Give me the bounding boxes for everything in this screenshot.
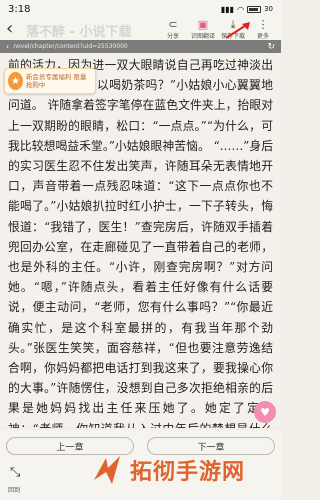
battery-icon <box>247 5 262 13</box>
more-label: 更多 <box>256 32 269 40</box>
back-arrow-icon[interactable]: ‹ <box>6 20 26 38</box>
share-label: 分享 <box>166 32 179 40</box>
promo-text: 新会员专属福利 限量抢购中 <box>25 73 87 89</box>
refresh-icon[interactable]: ↻ <box>267 42 275 52</box>
chapter-text: 前的活力，因为进一双大眼睛说自己再吃过神淡出马 许医生，我可以喝奶茶吗？”小姑娘… <box>8 58 273 428</box>
promo-badge[interactable]: ★ 新会员专属福利 限量抢购中 <box>4 68 96 94</box>
signal-icon: ▮▮▮ <box>220 4 235 14</box>
wifi-icon: ◠ <box>237 4 245 14</box>
next-chapter-button[interactable]: 下一章 <box>147 437 275 455</box>
watermark-logo-icon <box>94 456 120 484</box>
browser-toolbar: ‹ 落不醉 - 小说下载 ⊂ 分享 ▣ 识图翻译 ⤓ 保存下载 ⋮ 更多 <box>0 18 281 40</box>
chapter-reader[interactable]: 前的活力，因为进一双大眼睛说自己再吃过神淡出马 许医生，我可以喝奶茶吗？”小姑娘… <box>0 53 281 428</box>
home-label[interactable]: 回到 <box>8 485 20 494</box>
watermark-text: 拓彻手游网 <box>130 460 246 485</box>
status-icons: ▮▮▮ ◠ 30 <box>221 5 273 14</box>
share-icon: ⊂ <box>168 17 178 31</box>
site-watermark: 拓彻手游网 <box>92 454 245 486</box>
more-button[interactable]: ⋮ 更多 <box>251 17 275 40</box>
translate-label: 识图翻译 <box>191 32 216 40</box>
url-back-icon[interactable]: ‹ <box>6 42 9 51</box>
prev-chapter-button[interactable]: 上一章 <box>6 437 134 455</box>
url-bar[interactable]: ‹ novel/chapter/content?uid=25530000 ↻ <box>0 40 281 53</box>
download-label: 保存下载 <box>221 32 246 40</box>
download-button[interactable]: ⤓ 保存下载 <box>221 17 246 40</box>
battery-level: 30 <box>264 5 273 13</box>
page-headline: 落不醉 - 小说下载 <box>26 25 132 40</box>
download-icon: ⤓ <box>230 17 236 31</box>
status-bar: 3:18 ▮▮▮ ◠ 30 <box>0 0 281 18</box>
status-time: 3:18 <box>8 3 31 15</box>
url-text: novel/chapter/content?uid=25530000 <box>13 43 128 50</box>
share-button[interactable]: ⊂ 分享 <box>161 17 185 40</box>
toolbar-actions: ⊂ 分享 ▣ 识图翻译 ⤓ 保存下载 ⋮ 更多 <box>161 17 275 40</box>
translate-icon: ▣ <box>197 17 209 31</box>
heart-icon: ♥ <box>260 405 270 419</box>
translate-button[interactable]: ▣ 识图翻译 <box>191 17 216 40</box>
floating-action-button[interactable]: ♥ <box>254 401 276 423</box>
more-icon: ⋮ <box>257 17 269 31</box>
gift-icon: ★ <box>8 72 23 90</box>
collapse-icon[interactable]: ⤡ <box>10 465 20 480</box>
